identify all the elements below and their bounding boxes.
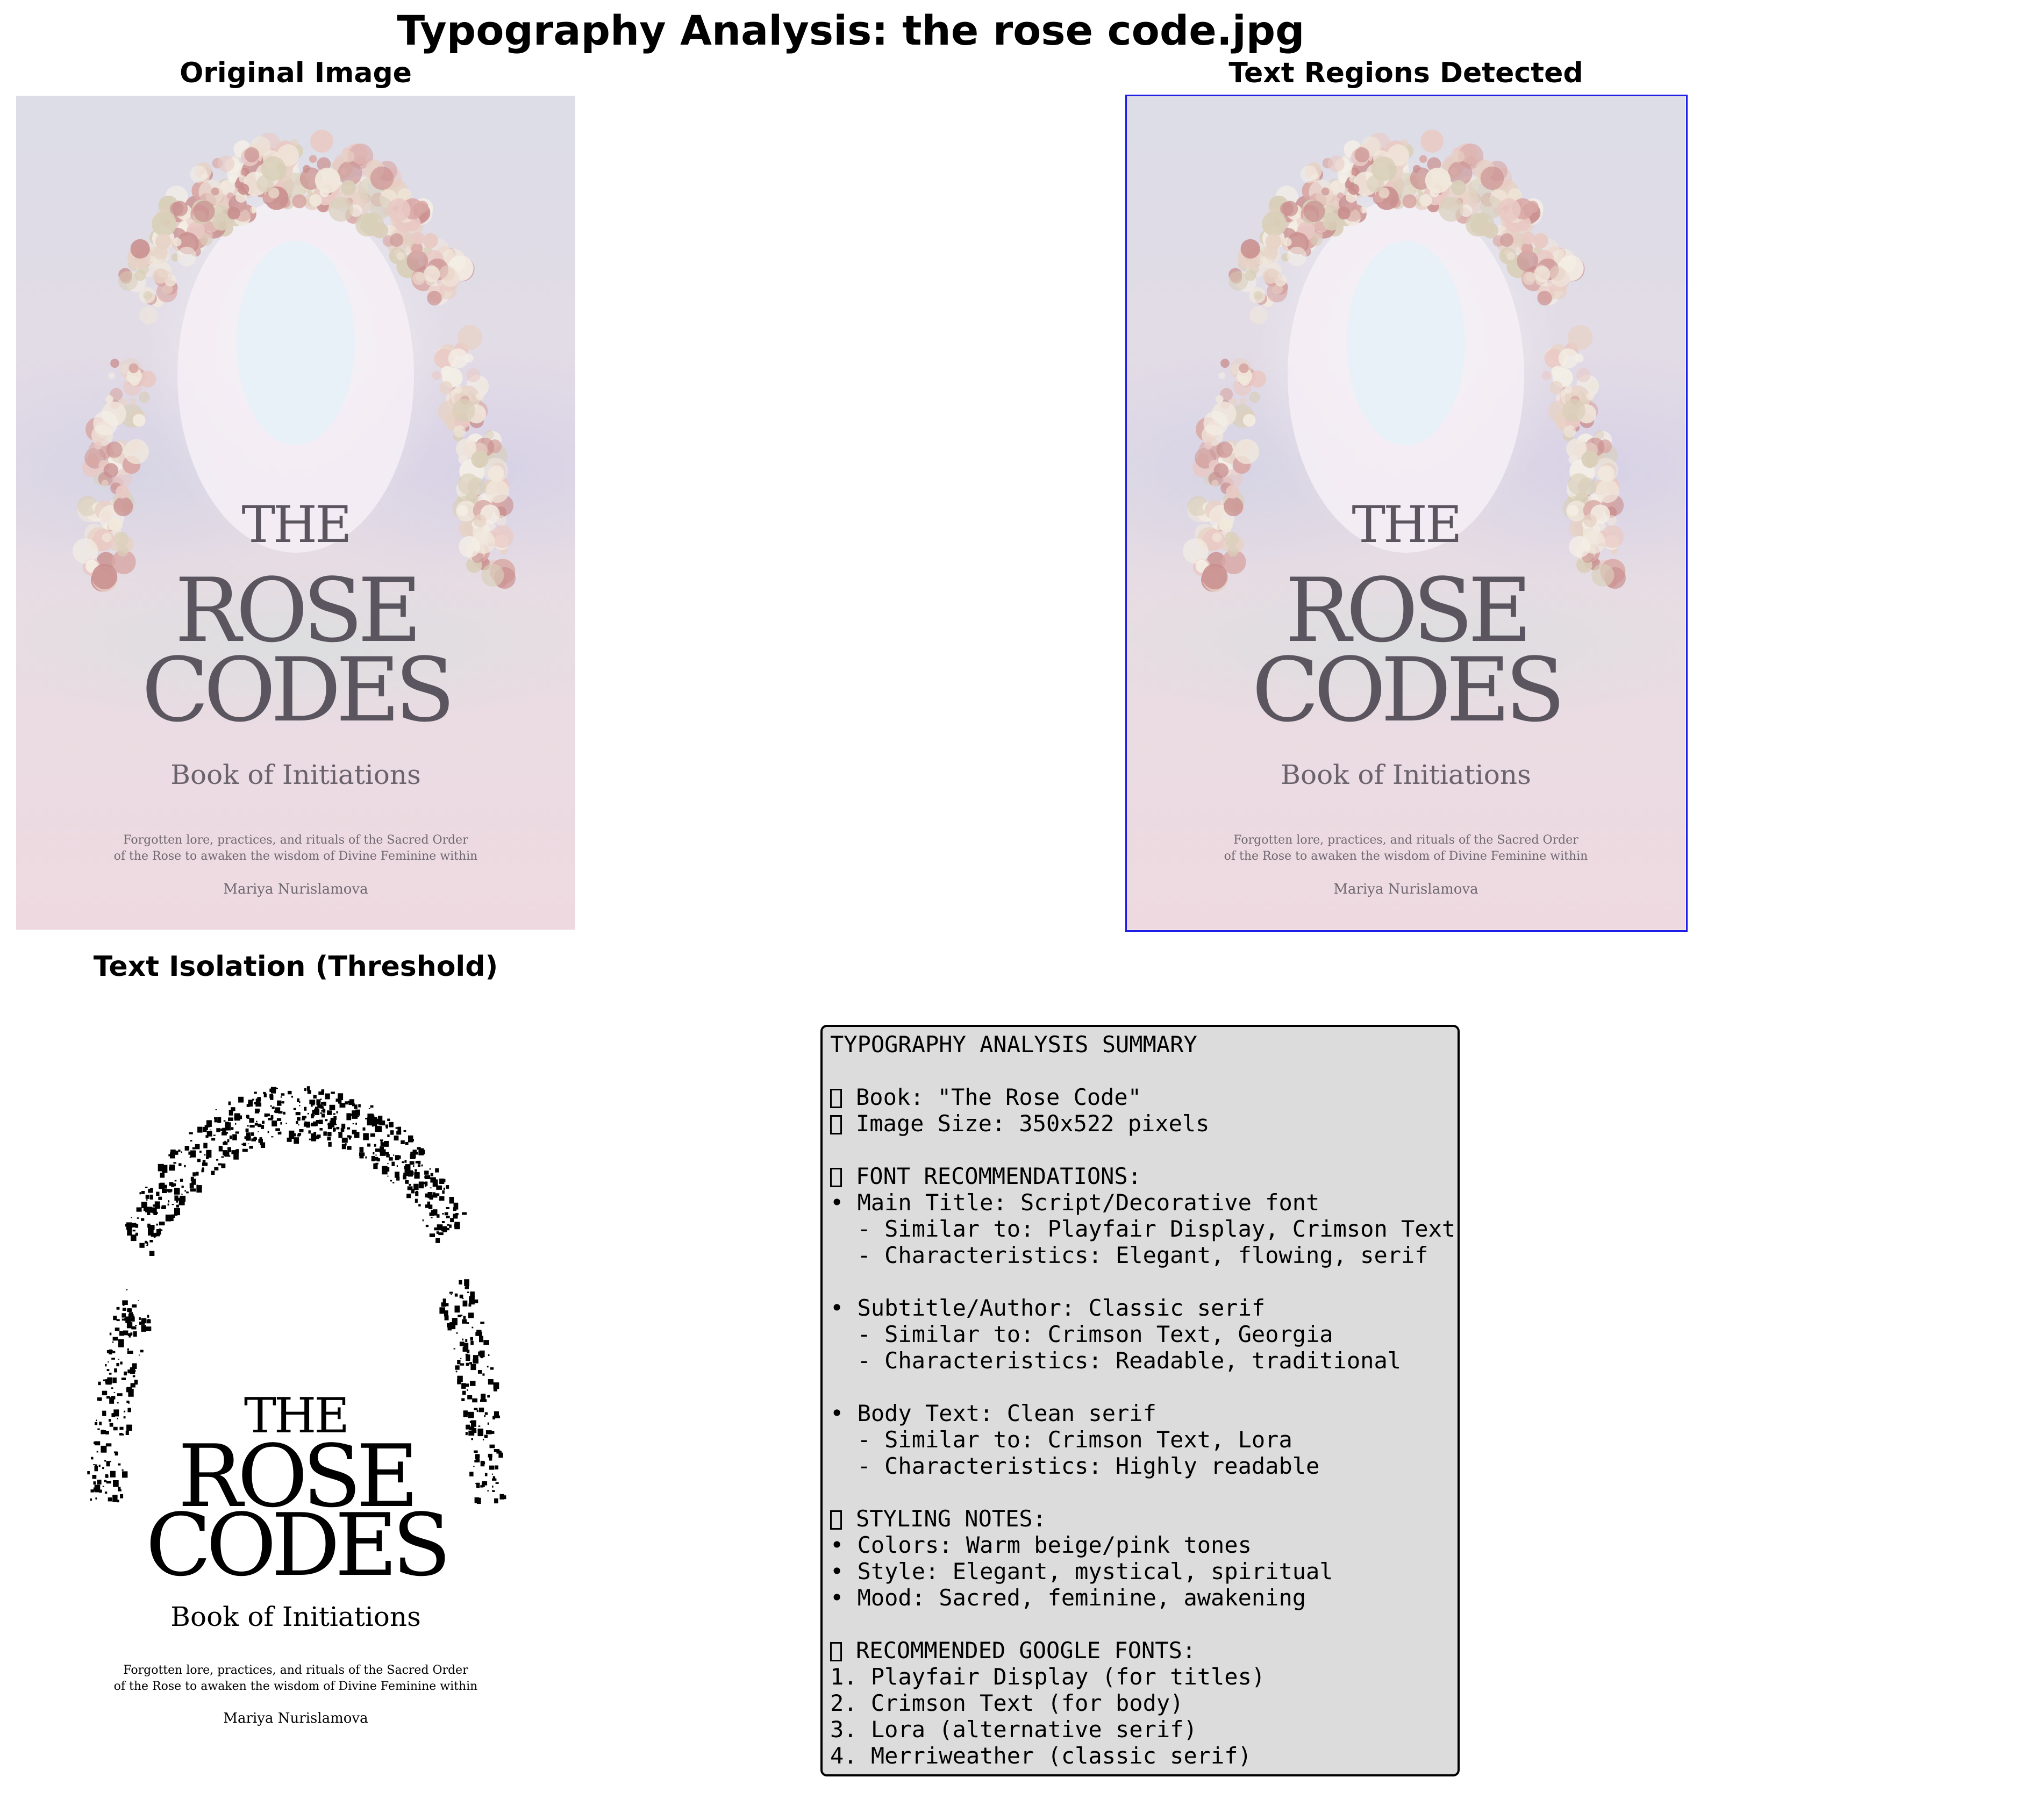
missing-glyph-icon [830, 1642, 842, 1661]
summary-line: Book: "The Rose Code" [830, 1084, 1450, 1110]
cover-description: Forgotten lore, practices, and rituals o… [16, 832, 575, 865]
summary-line-text: • Style: Elegant, mystical, spiritual [830, 1558, 1333, 1585]
summary-line: - Similar to: Crimson Text, Lora [830, 1426, 1450, 1453]
threshold-description-line2: of the Rose to awaken the wisdom of Divi… [113, 1679, 478, 1693]
summary-line-text: - Characteristics: Readable, traditional [830, 1347, 1402, 1374]
summary-line: • Mood: Sacred, feminine, awakening [830, 1585, 1450, 1611]
summary-line-text: TYPOGRAPHY ANALYSIS SUMMARY [830, 1031, 1197, 1058]
missing-glyph-icon [830, 1115, 842, 1134]
summary-line: FONT RECOMMENDATIONS: [830, 1163, 1450, 1189]
threshold-title: Text Isolation (Threshold) [93, 951, 498, 983]
summary-line [830, 1479, 1450, 1505]
summary-line: Image Size: 350x522 pixels [830, 1110, 1450, 1137]
original-cover-image: THE ROSE CODES Book of Initiations Forgo… [16, 96, 575, 930]
threshold-image: THE ROSE CODES Book of Initiations Forgo… [16, 1025, 575, 1788]
summary-line-text: • Body Text: Clean serif [830, 1400, 1156, 1426]
cover-subtitle: Book of Initiations [170, 759, 421, 790]
summary-line-text: - Characteristics: Elegant, flowing, ser… [830, 1242, 1428, 1268]
summary-line: - Similar to: Playfair Display, Crimson … [830, 1216, 1456, 1242]
missing-glyph-icon [830, 1089, 842, 1108]
summary-line: • Body Text: Clean serif [830, 1400, 1450, 1426]
summary-line [830, 1611, 1450, 1637]
summary-line-text: 3. Lora (alternative serif) [830, 1716, 1197, 1743]
cover-description-line1: Forgotten lore, practices, and rituals o… [123, 833, 468, 847]
summary-line: - Characteristics: Highly readable [830, 1453, 1450, 1479]
summary-line [830, 1374, 1450, 1400]
summary-line-text: 4. Merriweather (classic serif) [830, 1743, 1252, 1769]
summary-line-text: - Similar to: Playfair Display, Crimson … [830, 1216, 1456, 1242]
summary-line: • Style: Elegant, mystical, spiritual [830, 1558, 1450, 1585]
typography-summary-box: TYPOGRAPHY ANALYSIS SUMMARY Book: "The Ro… [820, 1025, 1460, 1776]
summary-line [830, 1058, 1450, 1084]
summary-line-text: • Mood: Sacred, feminine, awakening [830, 1585, 1306, 1611]
cover-title-the: THE [241, 496, 352, 555]
missing-glyph-icon [830, 1510, 842, 1530]
summary-line [830, 1137, 1450, 1163]
original-image-title: Original Image [180, 57, 412, 89]
summary-line: - Similar to: Crimson Text, Georgia [830, 1321, 1450, 1347]
summary-line-text: - Characteristics: Highly readable [830, 1453, 1320, 1479]
threshold-description: Forgotten lore, practices, and rituals o… [16, 1662, 575, 1695]
summary-line-text: • Subtitle/Author: Classic serif [830, 1295, 1266, 1321]
threshold-description-line1: Forgotten lore, practices, and rituals o… [123, 1663, 468, 1677]
summary-line: 4. Merriweather (classic serif) [830, 1743, 1450, 1769]
summary-line: TYPOGRAPHY ANALYSIS SUMMARY [830, 1031, 1450, 1058]
summary-line [830, 1268, 1450, 1295]
summary-line: 1. Playfair Display (for titles) [830, 1664, 1450, 1690]
threshold-title-codes: CODES [145, 1494, 451, 1595]
summary-line-text: Image Size: 350x522 pixels [856, 1110, 1210, 1137]
missing-glyph-icon [830, 1168, 842, 1187]
summary-line-text: 2. Crimson Text (for body) [830, 1690, 1184, 1716]
threshold-author: Mariya Nurislamova [223, 1710, 368, 1727]
summary-line: 3. Lora (alternative serif) [830, 1716, 1450, 1743]
summary-line-text: • Main Title: Script/Decorative font [830, 1189, 1320, 1216]
summary-line-text: 1. Playfair Display (for titles) [830, 1664, 1266, 1690]
cover-description-line2: of the Rose to awaken the wisdom of Divi… [113, 849, 478, 863]
summary-line-text: Book: "The Rose Code" [856, 1084, 1142, 1110]
summary-line-text: • Colors: Warm beige/pink tones [830, 1532, 1252, 1558]
summary-line-text: - Similar to: Crimson Text, Lora [830, 1426, 1292, 1453]
threshold-subtitle: Book of Initiations [170, 1601, 421, 1633]
summary-line: • Colors: Warm beige/pink tones [830, 1532, 1450, 1558]
summary-line: STYLING NOTES: [830, 1505, 1450, 1532]
summary-line-text: STYLING NOTES: [856, 1505, 1047, 1532]
summary-line-text: RECOMMENDED GOOGLE FONTS: [856, 1637, 1196, 1664]
cover-title-codes: CODES [141, 638, 455, 741]
summary-line: - Characteristics: Elegant, flowing, ser… [830, 1242, 1450, 1268]
text-region-bounding-box [1125, 95, 1688, 932]
cover-author: Mariya Nurislamova [223, 881, 368, 897]
figure-title: Typography Analysis: the rose code.jpg [397, 6, 1305, 54]
summary-line: - Characteristics: Readable, traditional [830, 1347, 1450, 1374]
text-regions-title: Text Regions Detected [1228, 57, 1583, 89]
summary-line: RECOMMENDED GOOGLE FONTS: [830, 1637, 1450, 1664]
summary-line: • Subtitle/Author: Classic serif [830, 1295, 1450, 1321]
summary-line-text: FONT RECOMMENDATIONS: [856, 1163, 1142, 1189]
summary-line: • Main Title: Script/Decorative font [830, 1189, 1450, 1216]
summary-line-text: - Similar to: Crimson Text, Georgia [830, 1321, 1333, 1347]
summary-line: 2. Crimson Text (for body) [830, 1690, 1450, 1716]
